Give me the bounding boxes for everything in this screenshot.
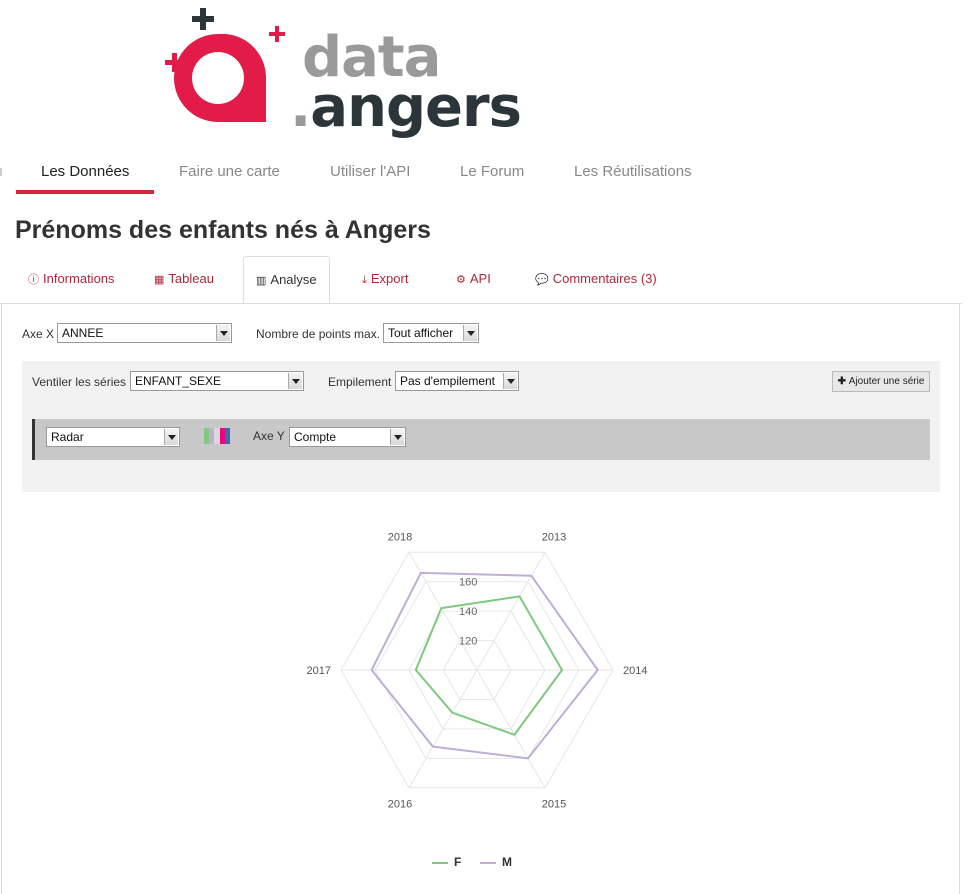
tab-tableau-label: Tableau <box>168 271 214 286</box>
color-palette-picker[interactable] <box>204 428 231 444</box>
tab-commentaires[interactable]: 💬 Commentaires (3) <box>535 256 657 302</box>
logo-word-angers-text: angers <box>310 75 522 140</box>
bar-chart-icon: ▥ <box>256 275 267 287</box>
nav-utiliser-api[interactable]: Utiliser l'API <box>330 163 410 180</box>
max-points-value: Tout afficher <box>388 326 454 340</box>
logo-dot: . <box>290 75 311 140</box>
legend-label-f: F <box>454 855 462 869</box>
add-series-label: Ajouter une série <box>848 376 925 387</box>
main-navigation: Les Données Faire une carte Utiliser l'A… <box>0 150 980 196</box>
chevron-down-icon <box>288 373 302 389</box>
legend-item-m[interactable]: M <box>480 855 512 871</box>
chart-type-select[interactable]: Radar <box>46 427 180 447</box>
nav-les-reutilisations[interactable]: Les Réutilisations <box>574 163 692 180</box>
max-points-select[interactable]: Tout afficher <box>383 323 479 343</box>
category-label-2018: 2018 <box>388 532 412 544</box>
nav-le-forum[interactable]: Le Forum <box>460 163 524 180</box>
info-circle-icon: ⓘ <box>28 274 39 286</box>
comments-icon: 💬 <box>535 274 549 286</box>
legend-item-f[interactable]: F <box>432 855 461 871</box>
tab-tableau[interactable]: ▦ Tableau <box>154 256 214 302</box>
radial-tick-label: 140 <box>459 606 477 618</box>
logo-word-angers: .angers <box>290 80 522 136</box>
axe-x-label: Axe X <box>22 327 55 341</box>
radar-series-f <box>414 595 564 736</box>
tab-informations[interactable]: ⓘ Informations <box>28 256 115 302</box>
chevron-down-icon <box>164 429 178 445</box>
ventiler-label: Ventiler les séries <box>32 375 127 389</box>
tab-api-label: API <box>469 271 491 286</box>
logo-wordmark: data .angers <box>290 30 522 136</box>
legend-line-m <box>480 861 496 864</box>
palette-swatch <box>224 428 231 444</box>
nav-active-underline <box>16 190 154 194</box>
category-label-2013: 2013 <box>542 532 566 544</box>
chevron-down-icon <box>390 429 404 445</box>
category-label-2016: 2016 <box>388 798 412 810</box>
chevron-down-icon <box>216 325 230 341</box>
tab-export-label: Export <box>370 271 409 286</box>
dataset-tabs: ⓘ Informations ▦ Tableau ▥ Analyse ⤓ Export … <box>0 256 962 304</box>
axe-y-label: Axe Y <box>253 429 285 443</box>
radial-tick-label: 160 <box>459 577 477 589</box>
ventiler-select[interactable]: ENFANT_SEXE <box>130 371 304 391</box>
max-points-label: Nombre de points max. <box>256 327 381 341</box>
chart-type-value: Radar <box>51 430 84 444</box>
empilement-label: Empilement <box>328 375 392 389</box>
tab-export[interactable]: ⤓ Export <box>362 256 408 302</box>
add-series-button[interactable]: ✚ Ajouter une série <box>832 371 930 392</box>
tab-informations-label: Informations <box>43 271 115 286</box>
page-title: Prénoms des enfants nés à Angers <box>15 216 431 244</box>
download-icon: ⤓ <box>362 274 367 286</box>
tab-analyse[interactable]: ▥ Analyse <box>243 256 330 303</box>
plus-icon: ✚ <box>837 376 849 387</box>
category-label-2014: 2014 <box>623 665 647 677</box>
table-icon: ▦ <box>154 274 165 286</box>
axe-x-value: ANNEE <box>62 326 104 340</box>
axe-y-value: Compte <box>294 430 337 444</box>
radial-tick-label: 120 <box>459 636 477 648</box>
radar-chart: 120 140 160 2013 2014 2015 2016 2017 2018 <box>307 532 648 811</box>
category-label-2015: 2015 <box>542 798 566 810</box>
axe-x-select[interactable]: ANNEE <box>57 323 232 343</box>
axe-y-select[interactable]: Compte <box>289 427 406 447</box>
logo-mark-icon <box>165 8 285 122</box>
chevron-down-icon <box>503 373 517 389</box>
nav-faire-une-carte[interactable]: Faire une carte <box>179 163 280 180</box>
nav-edge-marker <box>0 168 2 176</box>
cogs-icon: ⚙ <box>456 274 466 286</box>
tab-analyse-label: Analyse <box>270 272 317 287</box>
legend-line-f <box>432 861 448 864</box>
empilement-select[interactable]: Pas d'empilement <box>395 371 519 391</box>
tab-api[interactable]: ⚙ API <box>456 256 491 302</box>
empilement-value: Pas d'empilement <box>400 374 496 388</box>
ventiler-value: ENFANT_SEXE <box>135 374 222 388</box>
legend-label-m: M <box>502 855 512 869</box>
data-angers-logo[interactable]: data .angers <box>160 8 522 136</box>
tab-commentaires-label: Commentaires (3) <box>552 271 657 286</box>
nav-les-donnees[interactable]: Les Données <box>41 163 129 180</box>
category-label-2017: 2017 <box>307 665 331 677</box>
chevron-down-icon <box>463 325 477 341</box>
